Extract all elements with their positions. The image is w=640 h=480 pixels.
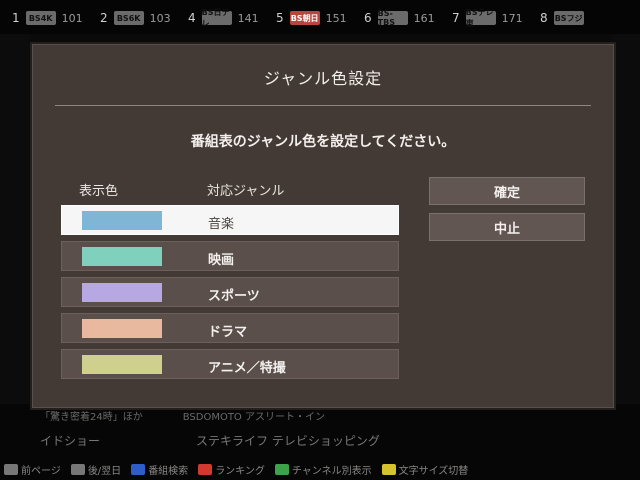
cancel-button[interactable]: 中止 <box>429 213 585 241</box>
key-guide-item: チャンネル別表示 <box>274 462 372 477</box>
dialog-title: ジャンル色設定 <box>263 69 383 88</box>
genre-label: ドラマ <box>208 325 248 340</box>
title-divider <box>55 105 591 106</box>
channel-number: 8 <box>540 11 548 25</box>
channel-logo: BS6K <box>113 11 144 25</box>
channel-code: 103 <box>149 11 171 25</box>
genre-row[interactable]: スポーツ <box>61 277 399 307</box>
key-guide-item: ランキング <box>198 462 265 477</box>
key-guide-label: ランキング <box>215 465 265 477</box>
genre-row[interactable]: ドラマ <box>61 313 399 343</box>
channel-logo: BS朝日 <box>289 11 320 25</box>
key-guide-label: 前ページ <box>21 465 61 477</box>
key-guide-label: 文字サイズ切替 <box>398 465 469 477</box>
channel-logo: BSフジ <box>553 11 584 25</box>
blue-key-icon <box>131 463 146 475</box>
channel-code: 161 <box>413 11 435 25</box>
epg-program-line: イドショー ステキライフ テレビショッピング <box>40 434 380 448</box>
genre-color-dialog: ジャンル色設定 番組表のジャンル色を設定してください。 表示色 対応ジャンル 音… <box>32 44 614 408</box>
green-key-icon <box>274 463 289 475</box>
epg-time-column <box>0 34 30 414</box>
key-guide-item: 文字サイズ切替 <box>381 462 469 477</box>
color-swatch <box>82 319 162 338</box>
epg-right-column <box>612 34 640 414</box>
key-guide-label: 番組検索 <box>148 465 189 477</box>
dialog-message: 番組表のジャンル色を設定してください。 <box>190 134 456 150</box>
channel-logo: BSテレ東 <box>465 8 496 28</box>
key-guide-item: 前ページ <box>4 462 61 477</box>
channel-header-item: 2 BS6K 103 <box>100 6 171 30</box>
channel-number: 1 <box>12 11 20 25</box>
epg-channel-header: 1 BS4K 101 2 BS6K 103 4 BS日テレ 141 5 BS朝日 151 6 BS-TBS… <box>0 0 640 34</box>
channel-logo: BS4K <box>25 11 56 25</box>
channel-code: 171 <box>501 11 523 25</box>
color-swatch <box>82 211 162 230</box>
genre-column-header: 対応ジャンル <box>207 184 285 199</box>
yellow-key-icon <box>381 463 396 475</box>
channel-header-item: 5 BS朝日 151 <box>276 6 347 30</box>
confirm-button[interactable]: 確定 <box>429 177 585 205</box>
channel-row: 1 BS4K 101 2 BS6K 103 4 BS日テレ 141 5 BS朝日 151 6 BS-TBS… <box>0 6 640 30</box>
channel-number: 4 <box>188 11 196 25</box>
color-swatch <box>82 247 162 266</box>
genre-label: 映画 <box>208 253 235 268</box>
channel-header-item: 6 BS-TBS 161 <box>364 6 435 30</box>
epg-program-line: 「驚き密着24時」ほか BSDOMOTO アスリート・イン <box>40 412 325 423</box>
key-guide-item: 番組検索 <box>131 462 188 477</box>
genre-row[interactable]: アニメ／特撮 <box>61 349 399 379</box>
channel-header-item: 8 BSフジ <box>540 6 590 30</box>
gray-key-icon <box>70 463 85 475</box>
color-swatch <box>82 355 162 374</box>
channel-code: 151 <box>325 11 347 25</box>
channel-number: 6 <box>364 11 372 25</box>
channel-logo: BS日テレ <box>201 8 232 28</box>
gray-key-icon <box>4 463 18 475</box>
genre-label: スポーツ <box>208 289 260 304</box>
color-swatch <box>82 283 162 302</box>
key-guide-label: チャンネル別表示 <box>291 465 372 477</box>
genre-list: 音楽映画スポーツドラマアニメ／特撮 <box>61 205 401 385</box>
key-guide-item: 後/翌日 <box>70 462 122 477</box>
red-key-icon <box>198 463 213 475</box>
key-guide-label: 後/翌日 <box>87 465 122 477</box>
genre-label: アニメ／特撮 <box>208 361 286 376</box>
genre-row[interactable]: 映画 <box>61 241 399 271</box>
remote-key-guide: 前ページ 後/翌日 番組検索 ランキング チャンネル別表示 文字サイズ切替 <box>0 458 640 480</box>
channel-number: 5 <box>276 11 284 25</box>
channel-header-item: 7 BSテレ東 171 <box>452 6 523 30</box>
channel-logo: BS-TBS <box>377 9 408 27</box>
channel-code: 101 <box>61 11 83 25</box>
color-column-header: 表示色 <box>79 184 119 199</box>
genre-row[interactable]: 音楽 <box>61 205 399 235</box>
channel-header-item: 4 BS日テレ 141 <box>188 6 259 30</box>
genre-label: 音楽 <box>208 217 235 232</box>
channel-code: 141 <box>237 11 259 25</box>
channel-header-item: 1 BS4K 101 <box>12 6 83 30</box>
channel-number: 7 <box>452 11 460 25</box>
channel-number: 2 <box>100 11 108 25</box>
